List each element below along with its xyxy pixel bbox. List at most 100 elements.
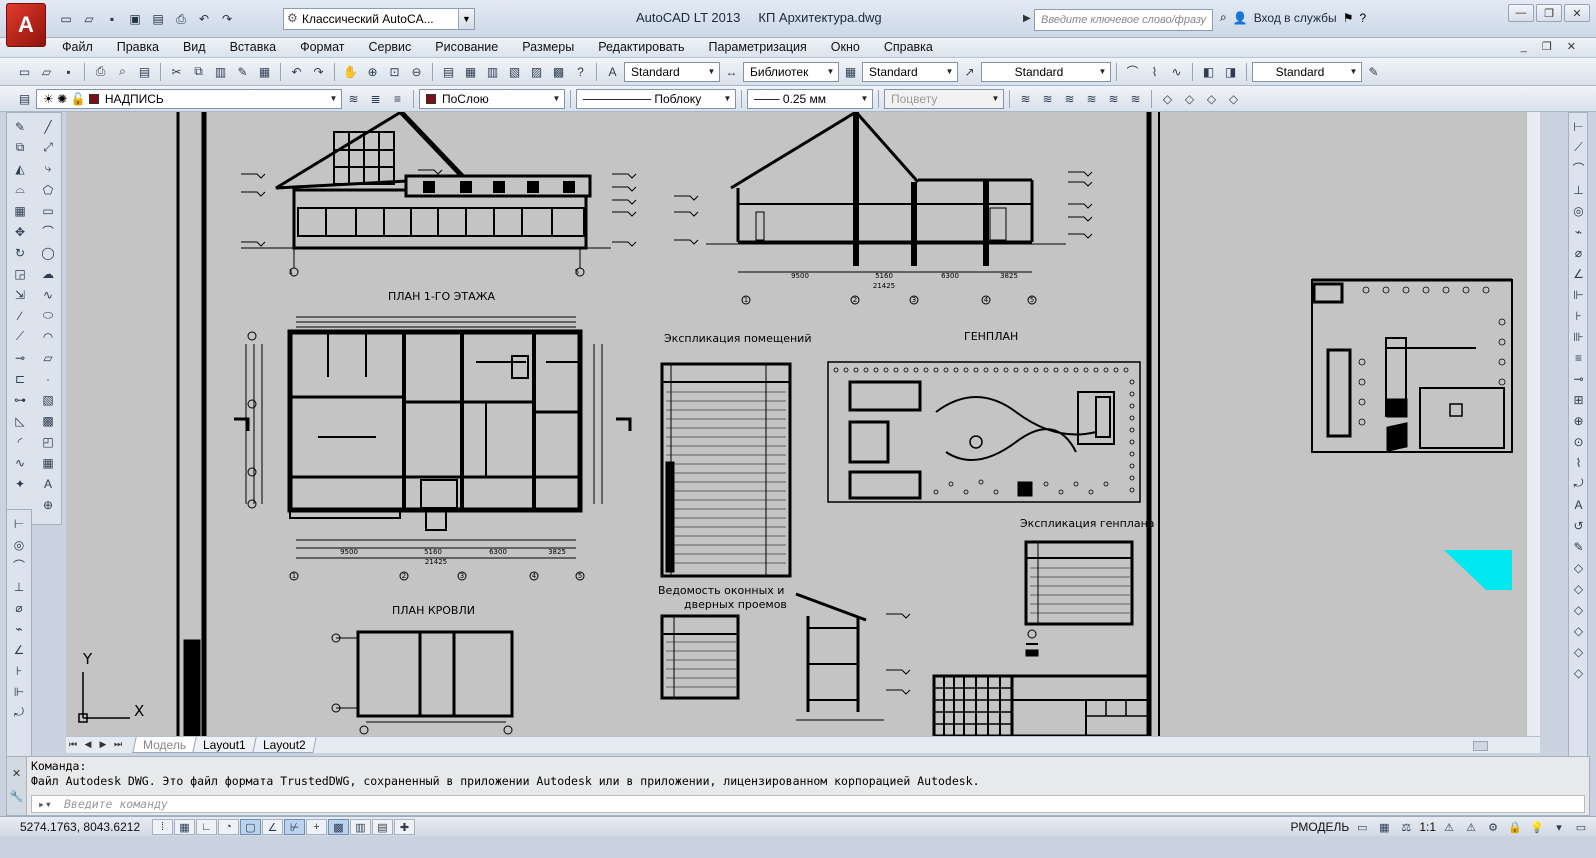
osnap-icon[interactable]: ▢ [240,819,261,835]
help-icon[interactable]: ? [570,62,591,82]
linetype-select[interactable]: ──────── Поблоку ▼ [576,88,736,109]
new-file-icon[interactable]: ▭ [56,10,76,28]
color-select[interactable]: ПоСлою ▼ [419,88,565,109]
copy-icon[interactable]: ⧉ [9,138,31,157]
save-icon[interactable]: ▪ [102,10,122,28]
layer-state-icon[interactable]: ≡ [387,89,408,109]
workspace-select[interactable]: ⚙ Классический AutoCA... ▼ [283,8,475,30]
qp-icon[interactable]: ▤ [372,819,393,835]
menu-item[interactable]: Файл [62,40,105,54]
insert-block-icon[interactable]: ▱ [37,348,59,367]
coordinates-display[interactable]: 5274.1763, 8043.6212 [20,820,140,834]
search-input[interactable]: Введите ключевое слово/фразу [1034,9,1213,31]
break-at-point-icon[interactable]: ⊶ [9,390,31,409]
table-style-icon[interactable]: ▦ [840,62,861,82]
make-current-icon[interactable]: ≋ [343,89,364,109]
circle-icon[interactable]: ◯ [37,243,59,262]
dim-update-icon[interactable]: ⤾ [8,703,30,722]
menu-item[interactable]: Размеры [510,40,586,54]
application-menu-button[interactable]: A [6,3,46,47]
sc-icon[interactable]: ✚ [394,819,415,835]
print-icon[interactable]: ⎙ [171,10,191,28]
exchange-icon[interactable]: ⚑ [1343,11,1354,25]
mtext-icon[interactable]: A [37,474,59,493]
tool-palettes-icon[interactable]: ▥ [482,62,503,82]
add-selected-icon[interactable]: ⊕ [37,495,59,514]
draw-polyline-icon[interactable]: ⌇ [1144,62,1165,82]
cut-icon[interactable]: ✂ [166,62,187,82]
layer-tool-7-icon[interactable]: ◇ [1157,89,1178,109]
right-dim-radius-icon[interactable]: ◎ [1569,201,1588,220]
right-dim-linear-icon[interactable]: ⊢ [1569,117,1588,136]
annotation-scale-icon[interactable]: ⚖ [1397,819,1415,835]
mirror-icon[interactable]: ◭ [9,159,31,178]
right-dim-diameter-icon[interactable]: ⌀ [1569,243,1588,262]
annotation-scale-value[interactable]: 1:1 [1419,820,1436,834]
join-icon[interactable]: ⊏ [9,369,31,388]
right-dim-angular-icon[interactable]: ∠ [1569,264,1588,283]
copy-icon[interactable]: ⧉ [188,62,209,82]
layer-tool-4-icon[interactable]: ≋ [1081,89,1102,109]
menu-item[interactable]: Рисование [423,40,510,54]
command-input[interactable]: ▸▾ Введите команду [31,795,1585,813]
dim-diameter-icon[interactable]: ⌀ [8,598,30,617]
right-dim-baseline-icon[interactable]: ⊦ [1569,306,1588,325]
text-style-icon[interactable]: A [602,62,623,82]
isolate-objects-icon[interactable]: 💡 [1528,819,1546,835]
quickcalc-icon[interactable]: ▩ [548,62,569,82]
quickview-icon[interactable]: ▦ [1375,819,1393,835]
close-icon[interactable]: ✕ [7,767,26,780]
dim-baseline-icon[interactable]: ⊦ [8,661,30,680]
chevron-down-icon[interactable]: ▼ [458,9,474,29]
table-style-select[interactable]: Standard ▼ [862,61,958,82]
rectangle-icon[interactable]: ▭ [37,201,59,220]
user-icon[interactable]: 👤 [1233,11,1248,25]
chamfer-icon[interactable]: ◺ [9,411,31,430]
publish-icon[interactable]: ▤ [148,10,168,28]
right-layer-3-icon[interactable]: ◇ [1569,600,1588,619]
mleader-style-icon[interactable]: ↗ [959,62,980,82]
tab-layout2[interactable]: Layout2 [252,737,317,753]
scale-icon[interactable]: ◲ [9,264,31,283]
wrench-icon[interactable]: 🔧 [7,790,26,803]
redo-icon[interactable]: ↷ [217,10,237,28]
tpy-icon[interactable]: ▥ [350,819,371,835]
layout-icon[interactable]: ▭ [1353,819,1371,835]
tab-layout1[interactable]: Layout1 [192,737,257,753]
signin-button[interactable]: Вход в службы [1254,11,1337,25]
layer-tool-6-icon[interactable]: ≋ [1125,89,1146,109]
drawing-canvas[interactable]: ПЛАН 1-ГО ЭТАЖА ПЛАН КРОВЛИ Экспликация … [66,112,1526,736]
right-dim-update-icon[interactable]: ↺ [1569,516,1588,535]
dim-style-icon[interactable]: ↔ [721,62,742,82]
break-icon[interactable]: ⊸ [9,348,31,367]
pan-icon[interactable]: ✋ [340,62,361,82]
new-icon[interactable]: ▭ [14,62,35,82]
visual-style-icon[interactable]: ◧ [1198,62,1219,82]
offset-icon[interactable]: ⌓ [9,180,31,199]
lock-icon[interactable]: 🔒 [1506,819,1524,835]
menu-item[interactable]: Вставка [218,40,288,54]
layer-tool-3-icon[interactable]: ≋ [1059,89,1080,109]
right-layer-1-icon[interactable]: ◇ [1569,558,1588,577]
dim-arc-icon[interactable]: ⌒ [8,556,30,575]
auto-scale-icon[interactable]: ⚠ [1462,819,1480,835]
minimize-button[interactable]: — [1508,4,1534,22]
markup-icon[interactable]: ▨ [526,62,547,82]
right-dim-space-icon[interactable]: ≡ [1569,348,1588,367]
right-layer-6-icon[interactable]: ◇ [1569,663,1588,682]
right-dim-arc-icon[interactable]: ⌒ [1569,159,1588,178]
maximize-button[interactable]: ❐ [1536,4,1562,22]
polygon-icon[interactable]: ⬠ [37,180,59,199]
dyn-icon[interactable]: + [306,819,327,835]
status-menu-icon[interactable]: ▾ [1550,819,1568,835]
right-dim-style-icon[interactable]: ✎ [1569,537,1588,556]
match-properties-icon[interactable]: ✎ [232,62,253,82]
layer-tool-5-icon[interactable]: ≋ [1103,89,1124,109]
layer-tool-10-icon[interactable]: ◇ [1223,89,1244,109]
ellipse-icon[interactable]: ⬭ [37,306,59,325]
fillet-icon[interactable]: ◜ [9,432,31,451]
undo-icon[interactable]: ↶ [194,10,214,28]
menu-item[interactable]: Формат [288,40,356,54]
draw-spline-icon[interactable]: ∿ [1166,62,1187,82]
visual-style-select[interactable]: Standard ▼ [1252,61,1362,82]
